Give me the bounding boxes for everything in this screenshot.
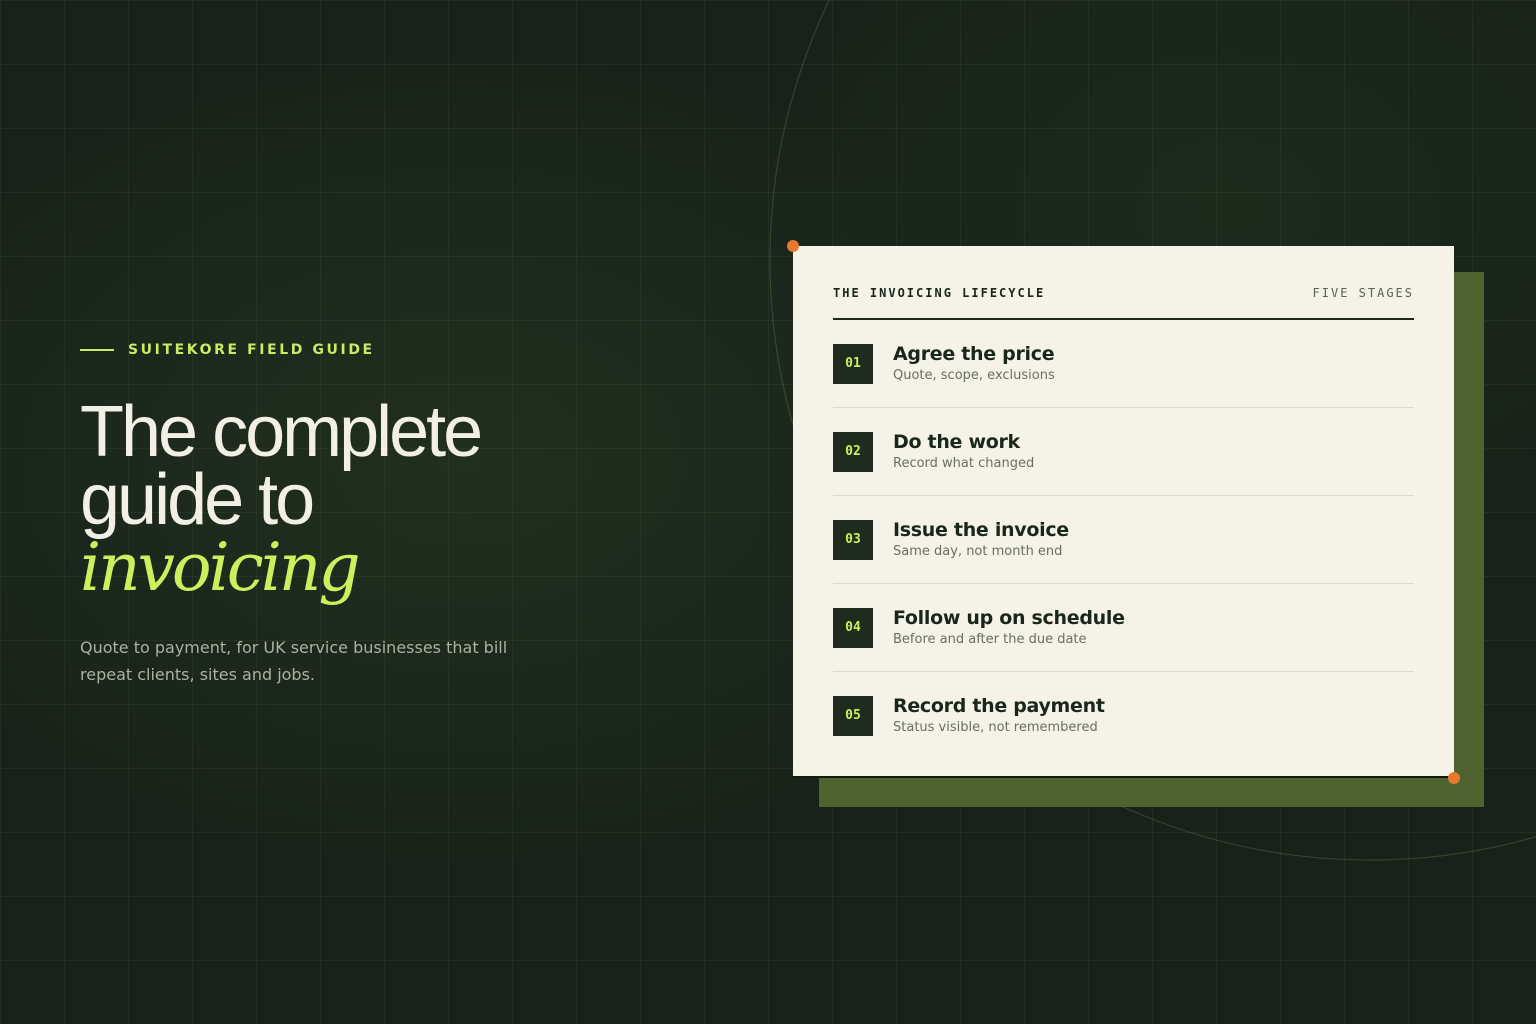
- title-line-2: guide to: [80, 460, 315, 540]
- stage-item: 05 Record the payment Status visible, no…: [833, 672, 1414, 759]
- corner-dot-icon: [787, 240, 799, 252]
- stage-title: Agree the price: [893, 342, 1055, 365]
- stage-item: 02 Do the work Record what changed: [833, 408, 1414, 496]
- stage-item: 01 Agree the price Quote, scope, exclusi…: [833, 320, 1414, 408]
- title-accent: invoicing: [80, 529, 361, 606]
- stage-item: 04 Follow up on schedule Before and afte…: [833, 584, 1414, 672]
- stage-title: Record the payment: [893, 694, 1105, 717]
- stage-title: Issue the invoice: [893, 518, 1069, 541]
- stage-title: Follow up on schedule: [893, 606, 1125, 629]
- stage-description: Quote, scope, exclusions: [893, 367, 1055, 383]
- stage-number-badge: 03: [833, 519, 873, 560]
- page-title: The complete guide to invoicing: [80, 392, 483, 606]
- stage-number-badge: 05: [833, 695, 873, 736]
- title-line-1: The complete: [80, 392, 483, 472]
- stage-text: Issue the invoice Same day, not month en…: [893, 519, 1069, 559]
- stage-text: Follow up on schedule Before and after t…: [893, 607, 1125, 647]
- lifecycle-card: THE INVOICING LIFECYCLE FIVE STAGES 01 A…: [793, 246, 1454, 778]
- corner-dot-icon: [1448, 772, 1460, 784]
- stage-number-badge: 04: [833, 607, 873, 648]
- stage-number-badge: 01: [833, 343, 873, 384]
- card-header: THE INVOICING LIFECYCLE FIVE STAGES: [833, 284, 1414, 320]
- stage-text: Agree the price Quote, scope, exclusions: [893, 343, 1055, 383]
- stage-count: FIVE STAGES: [1312, 286, 1414, 300]
- stage-list: 01 Agree the price Quote, scope, exclusi…: [833, 320, 1414, 759]
- stage-item: 03 Issue the invoice Same day, not month…: [833, 496, 1414, 584]
- stage-text: Record the payment Status visible, not r…: [893, 695, 1105, 735]
- hero-subtitle: Quote to payment, for UK service busines…: [80, 638, 508, 684]
- stage-description: Before and after the due date: [893, 631, 1087, 647]
- stage-description: Status visible, not remembered: [893, 719, 1098, 735]
- eyebrow-label: SUITEKORE FIELD GUIDE: [128, 342, 375, 358]
- stage-title: Do the work: [893, 430, 1020, 453]
- stage-text: Do the work Record what changed: [893, 431, 1034, 471]
- stage-description: Record what changed: [893, 455, 1035, 471]
- eyebrow-rule: [80, 349, 114, 351]
- eyebrow: SUITEKORE FIELD GUIDE: [80, 342, 375, 358]
- stage-number-badge: 02: [833, 431, 873, 472]
- stage-description: Same day, not month end: [893, 543, 1063, 559]
- card-title: THE INVOICING LIFECYCLE: [833, 286, 1046, 300]
